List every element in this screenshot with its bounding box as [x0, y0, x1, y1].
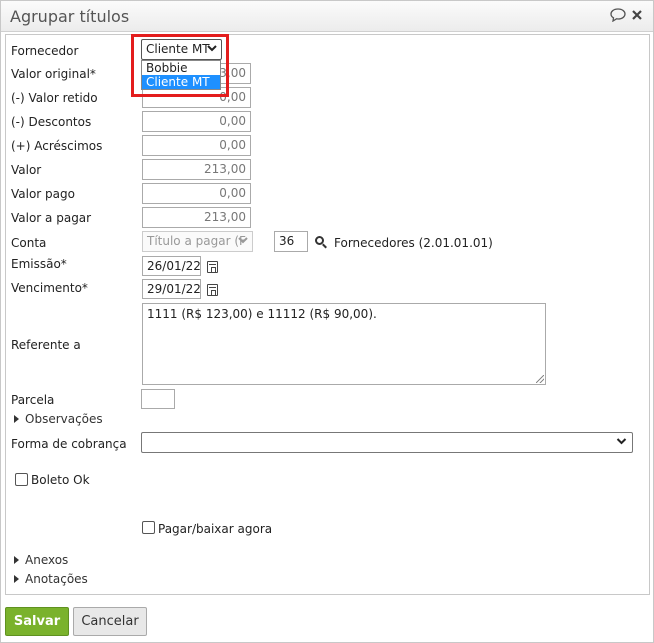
vencimento-field[interactable]: 29/01/22 — [142, 279, 201, 299]
anotacoes-toggle[interactable]: Anotações — [14, 572, 88, 586]
forma-cobranca-select[interactable] — [141, 432, 633, 453]
anotacoes-label: Anotações — [25, 572, 88, 586]
vencimento-label: Vencimento* — [11, 281, 88, 295]
calendar-icon[interactable] — [207, 261, 218, 273]
resize-handle[interactable] — [536, 375, 544, 383]
acrescimos-field[interactable]: 0,00 — [142, 135, 251, 156]
observacoes-toggle[interactable]: Observações — [14, 412, 103, 426]
valor-label: Valor — [11, 163, 42, 177]
triangle-right-icon — [14, 415, 19, 423]
boleto-ok-checkbox[interactable] — [15, 473, 28, 486]
triangle-right-icon — [14, 556, 19, 564]
conta-description: Fornecedores (2.01.01.01) — [334, 236, 493, 250]
pagar-agora-label: Pagar/baixar agora — [158, 522, 273, 536]
anexos-toggle[interactable]: Anexos — [14, 553, 68, 567]
fornecedor-label: Fornecedor — [11, 44, 79, 58]
valor-retido-label: (-) Valor retido — [11, 91, 98, 105]
dialog-titlebar[interactable]: Agrupar títulos — [1, 1, 653, 32]
chevron-down-icon — [616, 438, 627, 445]
valor-a-pagar-field[interactable]: 213,00 — [142, 207, 251, 228]
search-icon[interactable] — [315, 236, 324, 245]
referente-text: 1111 (R$ 123,00) e 11112 (R$ 90,00). — [147, 307, 377, 321]
calendar-icon[interactable] — [207, 284, 218, 296]
dialog-title: Agrupar títulos — [10, 7, 130, 26]
parcela-label: Parcela — [11, 393, 55, 407]
conta-select[interactable]: Título a pagar (F — [142, 231, 253, 252]
speech-bubble-icon[interactable] — [610, 8, 626, 22]
chevron-down-icon — [238, 237, 248, 244]
conta-code-field[interactable]: 36 — [274, 231, 308, 252]
referente-label: Referente a — [11, 338, 81, 352]
conta-select-value: Título a pagar (F — [147, 234, 246, 248]
boleto-ok-label: Boleto Ok — [31, 473, 90, 487]
form-panel: Fornecedor Cliente MT Valor original* 21… — [5, 34, 650, 595]
emissao-field[interactable]: 26/01/22 — [142, 256, 201, 276]
highlight-annotation-box — [131, 34, 229, 97]
emissao-label: Emissão* — [11, 257, 67, 271]
valor-pago-field[interactable]: 0,00 — [142, 183, 251, 204]
descontos-label: (-) Descontos — [11, 115, 92, 129]
triangle-right-icon — [14, 575, 19, 583]
valor-original-label: Valor original* — [11, 67, 96, 81]
pagar-agora-checkbox[interactable] — [142, 521, 155, 534]
acrescimos-label: (+) Acréscimos — [11, 139, 103, 153]
valor-pago-label: Valor pago — [11, 187, 75, 201]
descontos-field[interactable]: 0,00 — [142, 111, 251, 132]
agrupar-titulos-dialog: Agrupar títulos Fornecedor Cliente MT Va… — [0, 0, 654, 643]
close-icon[interactable] — [632, 10, 642, 20]
conta-label: Conta — [11, 236, 47, 250]
anexos-label: Anexos — [25, 553, 69, 567]
save-button[interactable]: Salvar — [5, 607, 69, 636]
cancel-button[interactable]: Cancelar — [73, 607, 147, 636]
parcela-field[interactable] — [141, 389, 175, 409]
valor-field[interactable]: 213,00 — [142, 159, 251, 180]
valor-a-pagar-label: Valor a pagar — [11, 211, 92, 225]
observacoes-label: Observações — [25, 412, 103, 426]
referente-textarea[interactable]: 1111 (R$ 123,00) e 11112 (R$ 90,00). — [142, 303, 546, 385]
forma-cobranca-label: Forma de cobrança — [11, 437, 127, 451]
